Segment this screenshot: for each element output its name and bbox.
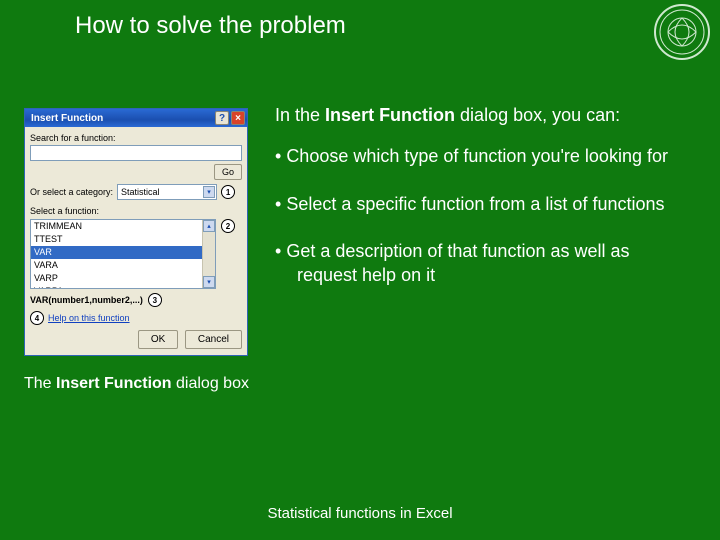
- list-item[interactable]: TRIMMEAN: [31, 220, 202, 233]
- list-item[interactable]: VARP: [31, 272, 202, 285]
- category-label: Or select a category:: [30, 187, 113, 197]
- ok-button[interactable]: OK: [138, 330, 178, 349]
- bullet-list: Choose which type of function you're loo…: [275, 145, 693, 287]
- callout-2: 2: [221, 219, 235, 233]
- go-button[interactable]: Go: [214, 164, 242, 180]
- help-link[interactable]: Help on this function: [48, 313, 130, 323]
- selectfn-label: Select a function:: [30, 206, 216, 216]
- callout-4: 4: [30, 311, 44, 325]
- callout-3: 3: [148, 293, 162, 307]
- figure-caption: The Insert Function dialog box: [24, 374, 252, 395]
- function-listbox[interactable]: TRIMMEAN TTEST VAR VARA VARP VARPA ▴ ▾: [30, 219, 216, 289]
- function-signature: VAR(number1,number2,...): [30, 295, 143, 305]
- scroll-down-icon[interactable]: ▾: [203, 276, 215, 288]
- search-input[interactable]: [30, 145, 242, 161]
- chevron-down-icon[interactable]: ▾: [203, 186, 215, 198]
- category-value: Statistical: [121, 187, 160, 197]
- list-item[interactable]: VARPA: [31, 285, 202, 289]
- bullet-item: Select a specific function from a list o…: [275, 193, 693, 216]
- intro-text: In the Insert Function dialog box, you c…: [275, 104, 693, 127]
- page-title: How to solve the problem: [75, 12, 346, 40]
- callout-1: 1: [221, 185, 235, 199]
- institute-logo: [654, 4, 710, 60]
- close-icon[interactable]: ×: [231, 111, 245, 125]
- help-icon[interactable]: ?: [215, 111, 229, 125]
- bullet-item: Get a description of that function as we…: [275, 240, 693, 287]
- footer-text: Statistical functions in Excel: [0, 505, 720, 522]
- list-item[interactable]: VARA: [31, 259, 202, 272]
- cancel-button[interactable]: Cancel: [185, 330, 242, 349]
- dialog-titlebar[interactable]: Insert Function ? ×: [25, 109, 247, 127]
- dialog-title: Insert Function: [31, 113, 213, 124]
- list-item[interactable]: TTEST: [31, 233, 202, 246]
- category-select[interactable]: Statistical ▾: [117, 184, 217, 200]
- search-label: Search for a function:: [30, 133, 242, 143]
- list-item[interactable]: VAR: [31, 246, 202, 259]
- bullet-item: Choose which type of function you're loo…: [275, 145, 693, 168]
- scroll-up-icon[interactable]: ▴: [203, 220, 215, 232]
- insert-function-dialog: Insert Function ? × Search for a functio…: [24, 108, 248, 356]
- scrollbar[interactable]: ▴ ▾: [202, 220, 215, 288]
